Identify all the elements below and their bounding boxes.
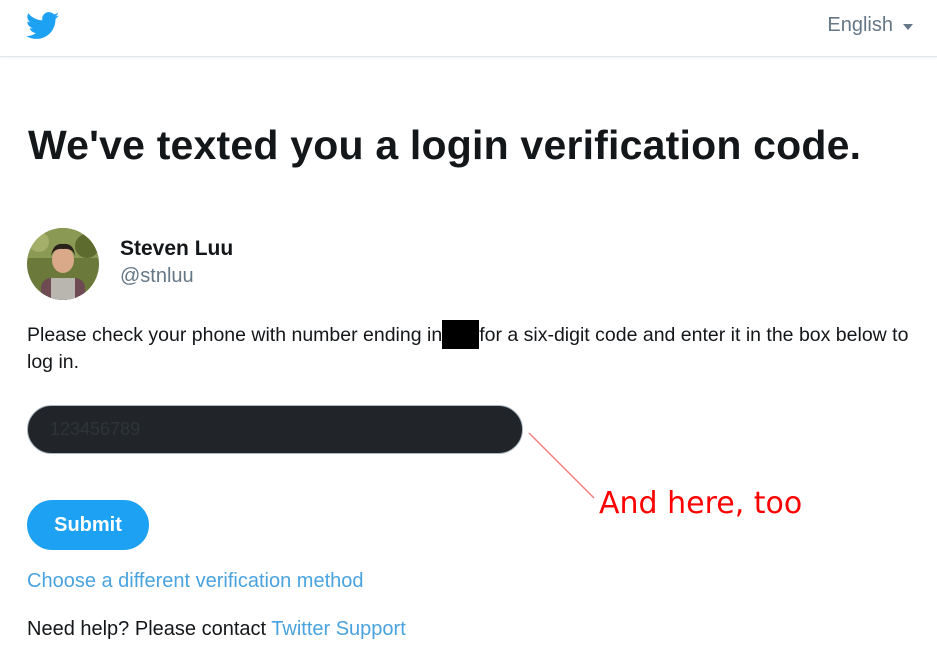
twitter-bird-icon[interactable] <box>26 12 60 40</box>
instructions-before: Please check your phone with number endi… <box>27 324 443 346</box>
avatar <box>27 228 99 300</box>
instructions-text: Please check your phone with number endi… <box>27 320 922 376</box>
user-handle: @stnluu <box>120 265 194 287</box>
top-bar: English <box>0 0 937 57</box>
help-label: Need help? Please contact <box>27 618 267 640</box>
twitter-support-link[interactable]: Twitter Support <box>271 618 406 640</box>
language-selector[interactable]: English <box>827 14 913 37</box>
avatar-photo <box>27 228 99 300</box>
help-text: Need help? Please contact Twitter Suppor… <box>27 618 406 641</box>
language-label: English <box>827 14 893 36</box>
verification-code-input[interactable] <box>27 405 523 454</box>
user-name: Steven Luu <box>120 237 234 260</box>
page-title: We've texted you a login verification co… <box>28 122 862 168</box>
submit-button[interactable]: Submit <box>27 500 149 550</box>
annotation-text: And here, too <box>599 486 803 521</box>
redacted-phone-digits <box>442 320 480 349</box>
alt-verification-link[interactable]: Choose a different verification method <box>27 570 364 593</box>
chevron-down-icon <box>903 23 913 30</box>
